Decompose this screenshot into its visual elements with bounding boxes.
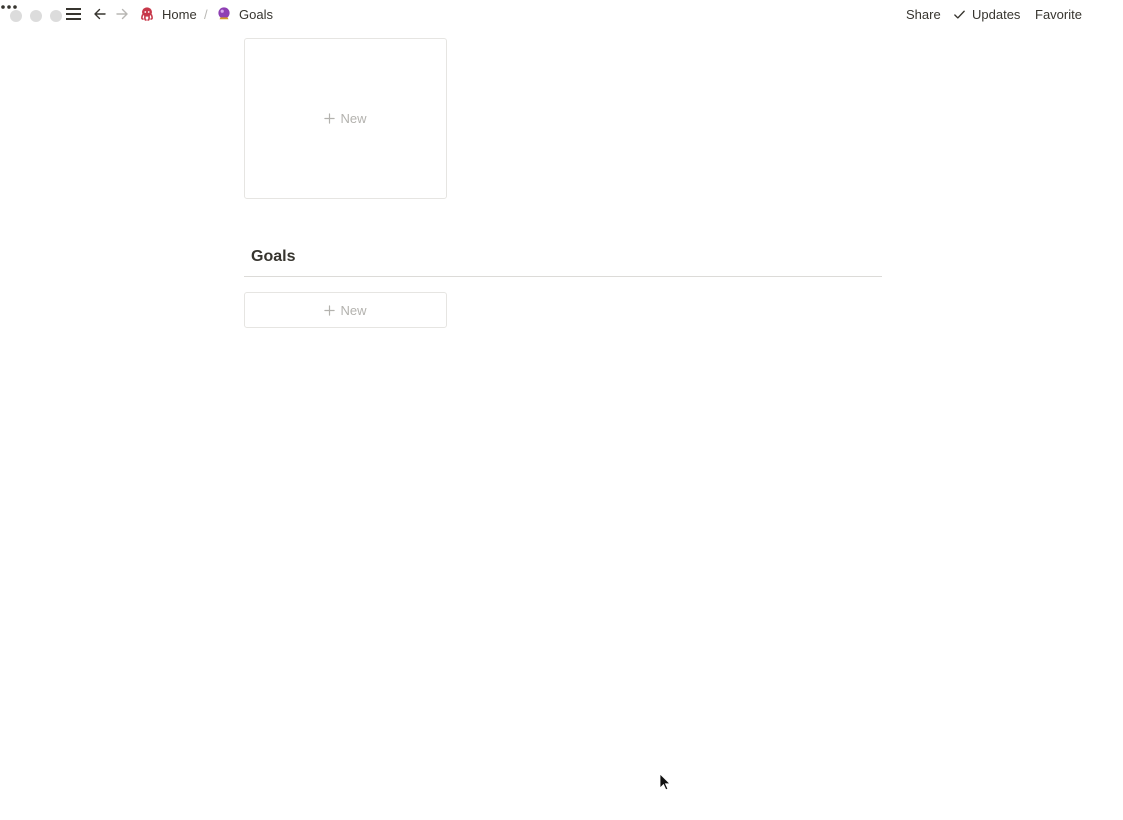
share-button[interactable]: Share [906, 5, 941, 23]
plus-icon [324, 113, 336, 124]
updates-label: Updates [972, 6, 1021, 22]
breadcrumb-current[interactable]: Goals [216, 5, 273, 23]
favorite-button[interactable]: Favorite [1035, 5, 1082, 23]
sidebar-toggle-icon[interactable] [66, 7, 81, 21]
checkmark-icon [954, 10, 965, 19]
section-new-button[interactable]: New [244, 292, 447, 328]
section-new-label-wrap: New [324, 302, 367, 318]
crystal-ball-icon [218, 7, 230, 20]
breadcrumb-current-label: Goals [239, 6, 273, 22]
window-close-button[interactable] [10, 10, 22, 22]
plus-icon [324, 304, 336, 316]
breadcrumb-home-label: Home [162, 6, 197, 22]
octopus-icon [141, 7, 153, 21]
gallery-new-label: New [340, 111, 367, 126]
gallery-new-card[interactable]: New [244, 38, 447, 199]
window-zoom-button[interactable] [50, 10, 62, 22]
gallery-new-label-wrap: New [324, 111, 367, 126]
window-minimize-button[interactable] [30, 10, 42, 22]
breadcrumb-home[interactable]: Home [139, 5, 197, 23]
breadcrumb-separator: / [204, 6, 208, 22]
updates-button[interactable]: Updates [953, 5, 1020, 23]
section-title: Goals [251, 248, 296, 265]
section-new-label: New [340, 302, 367, 318]
forward-arrow-icon[interactable] [114, 6, 130, 22]
mouse-cursor-icon [659, 773, 670, 791]
section-divider [244, 276, 882, 277]
top-bar: Home / Goals Share Updates Favorite [0, 0, 1123, 28]
back-arrow-icon[interactable] [92, 6, 108, 22]
